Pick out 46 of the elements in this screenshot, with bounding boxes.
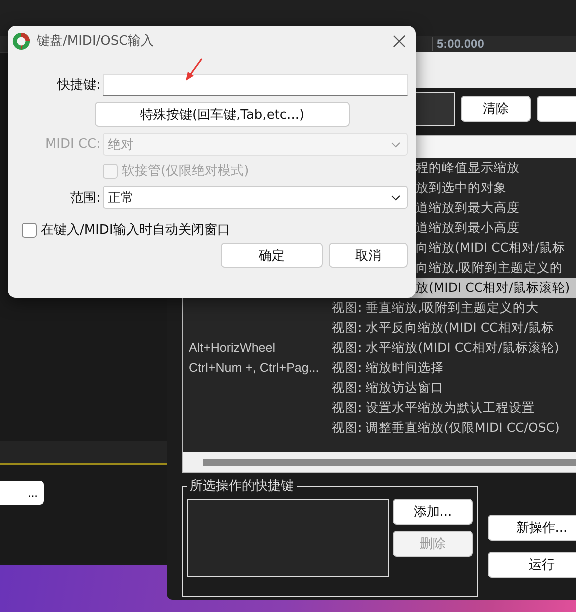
- action-button[interactable]: 新操作...: [488, 515, 576, 541]
- render-button[interactable]: ...: [0, 481, 44, 505]
- description-cell: 视图: 水平反向缩放(MIDI CC相对/鼠标: [332, 320, 554, 336]
- action-row[interactable]: Ctrl+Num +, Ctrl+Pag... 视图: 缩放时间选择: [183, 358, 576, 378]
- shortcut-list[interactable]: [187, 499, 389, 577]
- app-logo-icon: [12, 32, 31, 50]
- dialog-button[interactable]: 取消: [329, 243, 408, 268]
- action-button[interactable]: 运行: [488, 552, 576, 578]
- close-icon[interactable]: [393, 34, 406, 48]
- action-row[interactable]: 视图: 水平反向缩放(MIDI CC相对/鼠标: [183, 318, 576, 338]
- timeline-time: 5:00.000: [432, 37, 484, 51]
- action-row[interactable]: 视图: 设置水平缩放为默认工程设置: [183, 398, 576, 418]
- dialog-button[interactable]: 确定: [221, 243, 323, 268]
- shortcut-label: 快捷键:: [56, 77, 101, 94]
- description-cell: 放到选中的对象: [416, 180, 507, 196]
- description-cell: 道缩放到最大高度: [416, 200, 520, 216]
- description-cell: 视图: 调整垂直缩放(仅限MIDI CC/OSC): [332, 420, 560, 436]
- description-cell: 视图: 水平缩放(MIDI CC相对/鼠标滚轮): [332, 340, 560, 356]
- special-keys-button[interactable]: 特殊按键(回车键,Tab,etc...): [95, 102, 350, 127]
- midi-cc-label: MIDI CC:: [44, 137, 101, 152]
- toolbar-button[interactable]: 清除: [460, 96, 531, 122]
- description-cell: 视图: 缩放时间选择: [332, 360, 444, 376]
- action-row[interactable]: Alt+HorizWheel 视图: 水平缩放(MIDI CC相对/鼠标滚轮): [183, 338, 576, 358]
- auto-close-label: 在键入/MIDI输入时自动关闭窗口: [41, 222, 230, 239]
- description-cell: 放(MIDI CC相对/鼠标滚轮): [416, 280, 570, 296]
- chevron-down-icon: [391, 142, 401, 148]
- action-row[interactable]: 视图: 调整垂直缩放(仅限MIDI CC/OSC): [183, 418, 576, 438]
- horizontal-scrollbar[interactable]: [183, 452, 576, 472]
- description-cell: 视图: 垂直缩放,吸附到主题定义的大: [332, 300, 540, 316]
- soft-takeover-label: 软接管(仅限绝对模式): [103, 162, 250, 180]
- group-title: 所选操作的快捷键: [189, 478, 295, 495]
- range-dropdown[interactable]: 正常: [103, 186, 408, 209]
- window-title: 键盘/MIDI/OSC输入: [37, 33, 156, 50]
- arrow-icon: [184, 58, 204, 82]
- shortcut-input[interactable]: [103, 74, 408, 96]
- auto-close-checkbox[interactable]: [22, 222, 37, 238]
- shortcut-cell-text: Alt+HorizWheel: [188, 341, 276, 355]
- range-label: 范围:: [70, 190, 101, 206]
- action-row[interactable]: 视图: 垂直缩放,吸附到主题定义的大: [183, 298, 576, 318]
- chevron-down-icon: [391, 194, 401, 200]
- action-row[interactable]: 视图: 缩放访达窗口: [183, 378, 576, 398]
- description-cell: 视图: 缩放访达窗口: [332, 380, 444, 396]
- shortcut-button[interactable]: 添加...: [393, 499, 473, 525]
- description-cell: 向缩放,吸附到主题定义的: [416, 260, 563, 276]
- description-cell: 视图: 设置水平缩放为默认工程设置: [332, 400, 536, 416]
- shortcut-cell-text: Ctrl+Num +, Ctrl+Pag...: [188, 361, 320, 375]
